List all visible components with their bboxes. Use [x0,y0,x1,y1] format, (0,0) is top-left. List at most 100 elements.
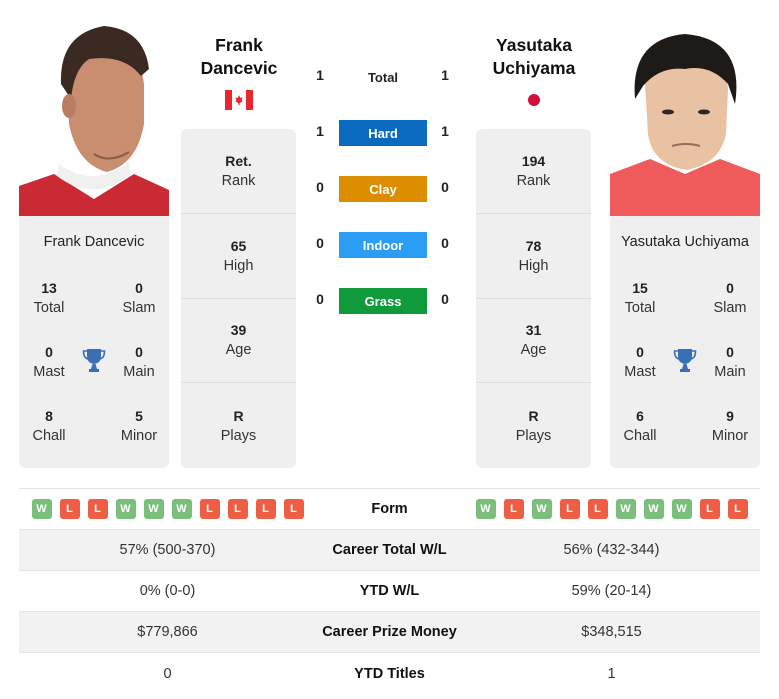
player-first-name[interactable]: Yasutaka [474,34,594,57]
titles-total: 15 Total [624,280,656,316]
form-loss-badge[interactable]: L [87,499,108,519]
titles-slam: 0 Slam [713,280,747,316]
titles-main: 0 Main [714,344,746,380]
japan-flag-icon [528,94,540,106]
h2h-total-row: 1 Total 1 [310,64,455,90]
stat-right-value: $348,515 [581,624,642,640]
titles-chall: 8 Chall [32,408,66,444]
player-photo-frank-dancevic [19,14,169,216]
stat-row-career-total-wl: 57% (500-370) Career Total W/L 56% (432-… [19,530,760,571]
h2h-indoor-row: 0 Indoor 0 [310,232,455,258]
titles-mast: 0 Mast [33,344,65,380]
titles-total: 13 Total [33,280,65,316]
h2h-right-value: 0 [441,291,449,307]
surface-total-label: Total [367,69,399,85]
stat-left-value: 57% (500-370) [119,542,216,558]
stat-right-value: 59% (20-14) [571,583,652,599]
plays-row: R Plays [515,407,552,444]
form-win-badge[interactable]: W [143,499,164,519]
high-row: 65 High [181,214,296,299]
age-row: 31 Age [476,299,591,384]
player-last-name[interactable]: Uchiyama [474,57,594,80]
player-photo-left [19,14,169,216]
form-win-badge[interactable]: W [475,499,496,519]
form-win-badge[interactable]: W [531,499,552,519]
form-loss-badge[interactable]: L [255,499,276,519]
h2h-left-value: 0 [316,179,324,195]
stat-left-value: 0 [163,665,172,682]
form-loss-badge[interactable]: L [727,499,748,519]
trophy-icon [82,349,106,372]
stat-label: YTD Titles [354,665,425,682]
stat-label: Career Total W/L [332,542,447,558]
titles-minor: 5 Minor [120,408,158,444]
player-name[interactable]: Yasutaka Uchiyama [610,234,760,250]
h2h-left-value: 0 [316,235,324,251]
titles-minor: 9 Minor [711,408,749,444]
form-win-badge[interactable]: W [615,499,636,519]
surface-hard-badge[interactable]: Hard [339,120,427,146]
form-loss-badge[interactable]: L [227,499,248,519]
h2h-left-value: 1 [316,123,324,139]
stat-right-value: 56% (432-344) [563,542,660,558]
titles-chall: 6 Chall [623,408,657,444]
form-loss-badge[interactable]: L [283,499,304,519]
form-row: WLLWWWLLLL Form WLWLLWWWLL [19,489,760,530]
form-loss-badge[interactable]: L [199,499,220,519]
player-photo-right [610,14,760,216]
form-loss-badge[interactable]: L [59,499,80,519]
stat-label: YTD W/L [359,583,420,599]
form-win-badge[interactable]: W [115,499,136,519]
player-photo-yasutaka-uchiyama [610,14,760,216]
player-first-name[interactable]: Frank [179,34,299,57]
high-row: 78 High [476,214,591,299]
h2h-left-value: 0 [316,291,324,307]
form-label: Form [371,501,408,517]
stat-row-ytd-wl: 0% (0-0) YTD W/L 59% (20-14) [19,571,760,612]
form-win-badge[interactable]: W [671,499,692,519]
form-badges-right: WLWLLWWWLL [463,499,760,519]
h2h-right-value: 1 [441,67,449,83]
titles-slam: 0 Slam [122,280,156,316]
titles-mast: 0 Mast [624,344,656,380]
player-last-name[interactable]: Dancevic [179,57,299,80]
h2h-right-value: 0 [441,179,449,195]
stat-label: Career Prize Money [322,624,457,640]
player-name[interactable]: Frank Dancevic [19,234,169,250]
titles-card-left: Frank Dancevic 13 Total 0 Slam 0 Mast 0 Main… [19,216,169,468]
h2h-right-value: 1 [441,123,449,139]
h2h-right-value: 0 [441,235,449,251]
form-win-badge[interactable]: W [171,499,192,519]
stat-left-value: 0% (0-0) [139,583,196,599]
plays-row: R Plays [220,407,257,444]
stats-table: WLLWWWLLLL Form WLWLLWWWLL 57% (500-370)… [19,488,760,694]
form-loss-badge[interactable]: L [503,499,524,519]
canada-flag-icon [225,90,253,110]
titles-main: 0 Main [123,344,155,380]
stat-right-value: 1 [607,665,616,682]
h2h-clay-row: 0 Clay 0 [310,176,455,202]
form-win-badge[interactable]: W [31,499,52,519]
player-header-left: Frank Dancevic [179,34,299,110]
h2h-hard-row: 1 Hard 1 [310,120,455,146]
stat-left-value: $779,866 [137,624,198,640]
h2h-grass-row: 0 Grass 0 [310,288,455,314]
trophy-icon [673,349,697,372]
form-badges-left: WLLWWWLLLL [19,499,316,519]
form-loss-badge[interactable]: L [587,499,608,519]
info-card-right: 194 Rank 78 High 31 Age R Plays [476,129,591,468]
age-row: 39 Age [181,299,296,384]
titles-card-right: Yasutaka Uchiyama 15 Total 0 Slam 0 Mast 0M… [610,216,760,468]
surface-clay-badge[interactable]: Clay [339,176,427,202]
info-card-left: Ret. Rank 65 High 39 Age R Plays [181,129,296,468]
player-header-right: Yasutaka Uchiyama [474,34,594,110]
surface-indoor-badge[interactable]: Indoor [339,232,427,258]
stat-row-ytd-titles: 0 YTD Titles 1 [19,653,760,694]
h2h-left-value: 1 [316,67,324,83]
form-win-badge[interactable]: W [643,499,664,519]
surface-grass-badge[interactable]: Grass [339,288,427,314]
form-loss-badge[interactable]: L [559,499,580,519]
rank-row: 194 Rank [476,129,591,214]
stat-row-career-prize-money: $779,866 Career Prize Money $348,515 [19,612,760,653]
form-loss-badge[interactable]: L [699,499,720,519]
